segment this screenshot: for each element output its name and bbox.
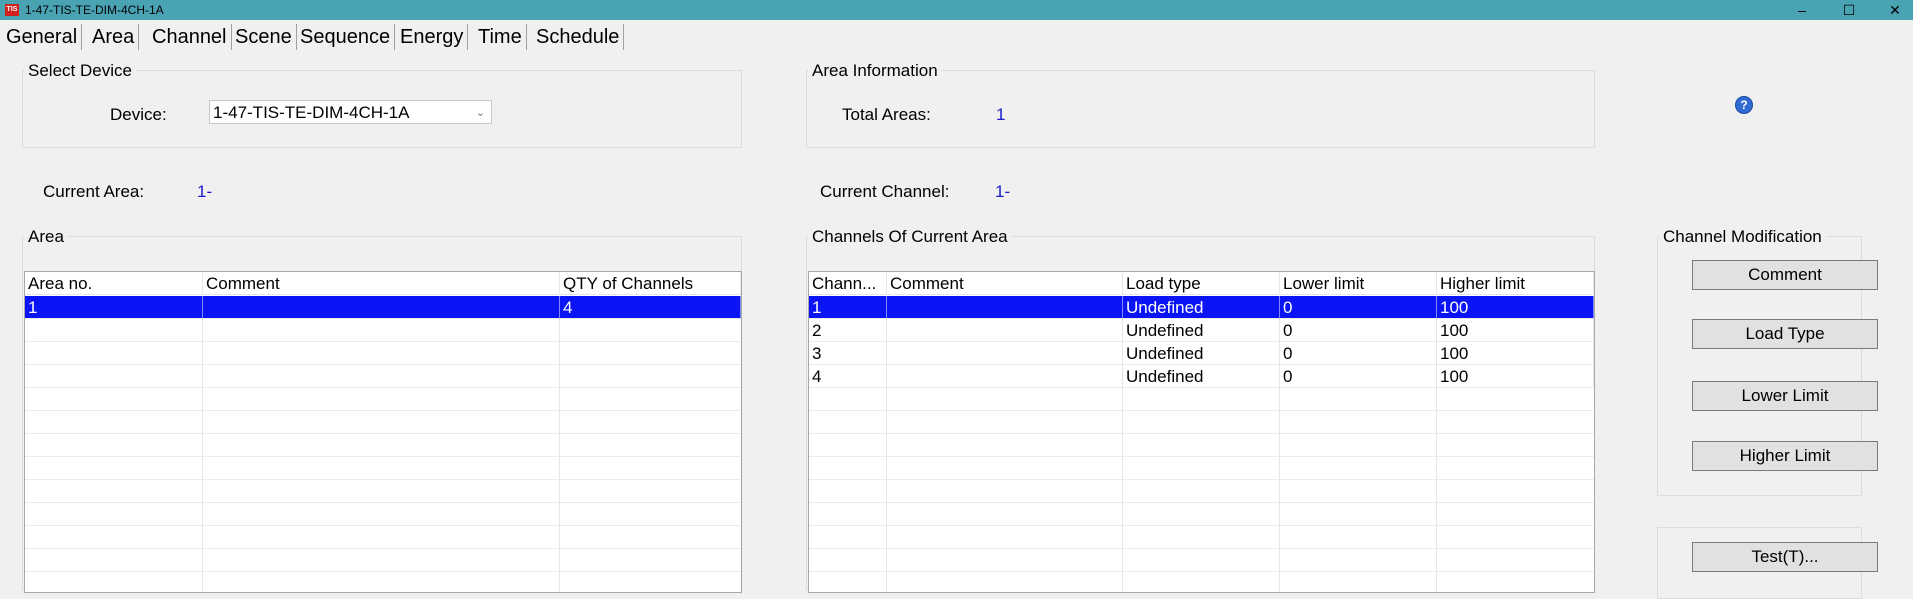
higher-limit-button[interactable]: Higher Limit [1692, 441, 1878, 471]
table-cell: 2 [809, 319, 887, 342]
test-button[interactable]: Test(T)... [1692, 542, 1878, 572]
tab-energy[interactable]: Energy [396, 24, 469, 50]
channels-table[interactable]: Chann... Comment Load type Lower limit H… [808, 271, 1595, 593]
minimize-icon[interactable]: – [1779, 0, 1825, 20]
table-row[interactable]: 1 Undefined 0 100 [809, 296, 1594, 319]
close-icon[interactable]: ✕ [1872, 0, 1913, 20]
device-dropdown-value: 1-47-TIS-TE-DIM-4CH-1A [213, 103, 410, 122]
column-header[interactable]: QTY of Channels [560, 272, 741, 295]
table-row[interactable]: 2 Undefined 0 100 [809, 319, 1594, 342]
table-row[interactable]: 3 Undefined 0 100 [809, 342, 1594, 365]
tab-time[interactable]: Time [474, 24, 527, 50]
table-cell: 3 [809, 342, 887, 365]
tab-schedule[interactable]: Schedule [532, 24, 625, 50]
column-header[interactable]: Area no. [25, 272, 203, 295]
table-cell: 100 [1437, 342, 1594, 365]
comment-button[interactable]: Comment [1692, 260, 1878, 290]
maximize-icon[interactable]: ☐ [1826, 0, 1872, 20]
total-areas-label: Total Areas: [842, 105, 931, 124]
table-cell: 100 [1437, 296, 1594, 319]
table-cell [887, 342, 1123, 365]
device-dropdown[interactable]: 1-47-TIS-TE-DIM-4CH-1A ⌄ [209, 100, 492, 124]
column-header[interactable]: Comment [887, 272, 1123, 295]
empty-grid-area [809, 388, 1594, 592]
device-label: Device: [110, 105, 167, 124]
table-row[interactable]: 1 4 [25, 296, 741, 319]
tab-scene[interactable]: Scene [231, 24, 297, 50]
window-title: 1-47-TIS-TE-DIM-4CH-1A [25, 3, 164, 17]
table-cell: 0 [1280, 319, 1437, 342]
empty-grid-area [25, 319, 741, 592]
table-cell [203, 296, 560, 319]
table-cell: Undefined [1123, 342, 1280, 365]
current-area-label: Current Area: [43, 182, 145, 201]
table-cell: 100 [1437, 319, 1594, 342]
table-cell: 0 [1280, 296, 1437, 319]
table-cell: 100 [1437, 365, 1594, 388]
column-header[interactable]: Comment [203, 272, 560, 295]
area-group-title: Area [24, 227, 68, 247]
table-cell: 4 [560, 296, 741, 319]
table-cell [887, 319, 1123, 342]
title-bar: TIS 1-47-TIS-TE-DIM-4CH-1A – ☐ ✕ [0, 0, 1913, 20]
app-icon: TIS [5, 4, 19, 16]
channels-group-title: Channels Of Current Area [808, 227, 1012, 247]
table-cell: 1 [809, 296, 887, 319]
column-header[interactable]: Higher limit [1437, 272, 1594, 295]
column-header[interactable]: Chann... [809, 272, 887, 295]
load-type-button[interactable]: Load Type [1692, 319, 1878, 349]
table-cell [887, 296, 1123, 319]
table-cell: Undefined [1123, 319, 1280, 342]
tab-area[interactable]: Area [88, 24, 140, 50]
tab-strip: General Area Channel Scene Sequence Ener… [0, 20, 1913, 52]
table-row[interactable]: 4 Undefined 0 100 [809, 365, 1594, 388]
table-cell: 0 [1280, 342, 1437, 365]
current-area-value: 1- [197, 182, 213, 201]
table-header: Chann... Comment Load type Lower limit H… [809, 272, 1594, 295]
table-cell: 4 [809, 365, 887, 388]
tab-general[interactable]: General [2, 24, 83, 50]
table-cell [887, 365, 1123, 388]
area-information-title: Area Information [808, 61, 942, 81]
current-channel-label: Current Channel: [820, 182, 950, 201]
help-icon[interactable]: ? [1735, 96, 1753, 114]
column-header[interactable]: Load type [1123, 272, 1280, 295]
channel-modification-title: Channel Modification [1659, 227, 1826, 247]
table-header: Area no. Comment QTY of Channels [25, 272, 741, 295]
total-areas-value: 1 [996, 105, 1006, 124]
column-header[interactable]: Lower limit [1280, 272, 1437, 295]
area-table[interactable]: Area no. Comment QTY of Channels 1 4 [24, 271, 742, 593]
tab-sequence[interactable]: Sequence [296, 24, 396, 50]
lower-limit-button[interactable]: Lower Limit [1692, 381, 1878, 411]
tab-channel[interactable]: Channel [148, 24, 232, 50]
chevron-down-icon: ⌄ [475, 107, 485, 119]
table-cell: 0 [1280, 365, 1437, 388]
table-cell: Undefined [1123, 296, 1280, 319]
table-cell: Undefined [1123, 365, 1280, 388]
table-cell: 1 [25, 296, 203, 319]
select-device-title: Select Device [24, 61, 136, 81]
current-channel-value: 1- [995, 182, 1011, 201]
